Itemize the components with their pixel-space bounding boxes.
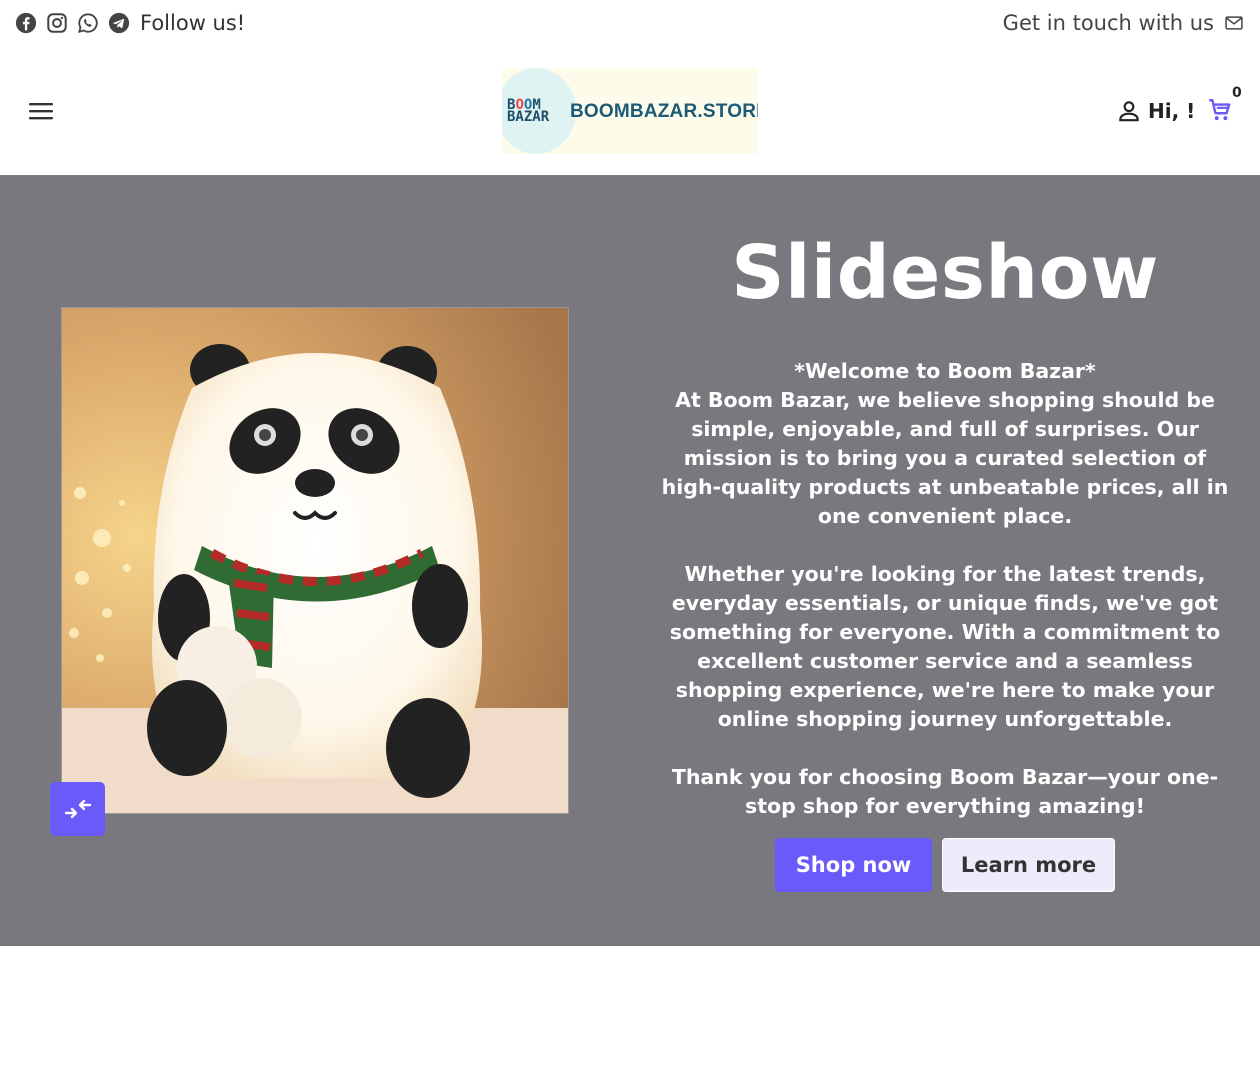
top-bar: Follow us! Get in touch with us [0,0,1260,48]
swap-layout-button[interactable] [50,782,105,836]
user-icon [1119,101,1139,122]
cart-icon[interactable] [1207,97,1235,125]
hero-slideshow: Slideshow *Welcome to Boom Bazar* At Boo… [0,175,1260,946]
facebook-icon[interactable] [15,12,37,34]
swap-arrows-icon [64,799,91,819]
hero-image-panda-lamp [61,307,569,814]
hero-description: *Welcome to Boom Bazar* At Boom Bazar, w… [661,359,1229,818]
instagram-icon[interactable] [46,12,68,34]
hero-buttons: Shop now Learn more [775,838,1115,892]
learn-more-button[interactable]: Learn more [942,838,1115,892]
user-greeting: Hi, ! [1148,99,1196,123]
hero-title: Slideshow [731,230,1159,316]
logo-mark: BOOM BAZAR [507,98,550,125]
store-logo[interactable]: BOOM BAZAR BOOMBAZAR.STORE [502,68,758,154]
account-button[interactable]: Hi, ! [1116,98,1195,124]
hero-text-block: Slideshow *Welcome to Boom Bazar* At Boo… [656,227,1234,821]
cart-count-badge: 0 [1232,85,1242,101]
logo-text: BOOMBAZAR.STORE [570,101,758,122]
contact-link[interactable]: Get in touch with us [1003,12,1244,34]
mail-icon [1224,13,1244,33]
shop-now-button[interactable]: Shop now [775,838,932,892]
whatsapp-icon[interactable] [77,12,99,34]
social-links: Follow us! [15,12,245,34]
hamburger-menu-icon[interactable] [27,98,55,124]
contact-label: Get in touch with us [1002,11,1214,35]
site-header: BOOM BAZAR BOOMBAZAR.STORE Hi, ! 0 [0,48,1260,175]
telegram-icon[interactable] [108,12,130,34]
follow-us-label: Follow us! [140,11,246,35]
logo-mark-bazar: BAZAR [507,109,550,125]
